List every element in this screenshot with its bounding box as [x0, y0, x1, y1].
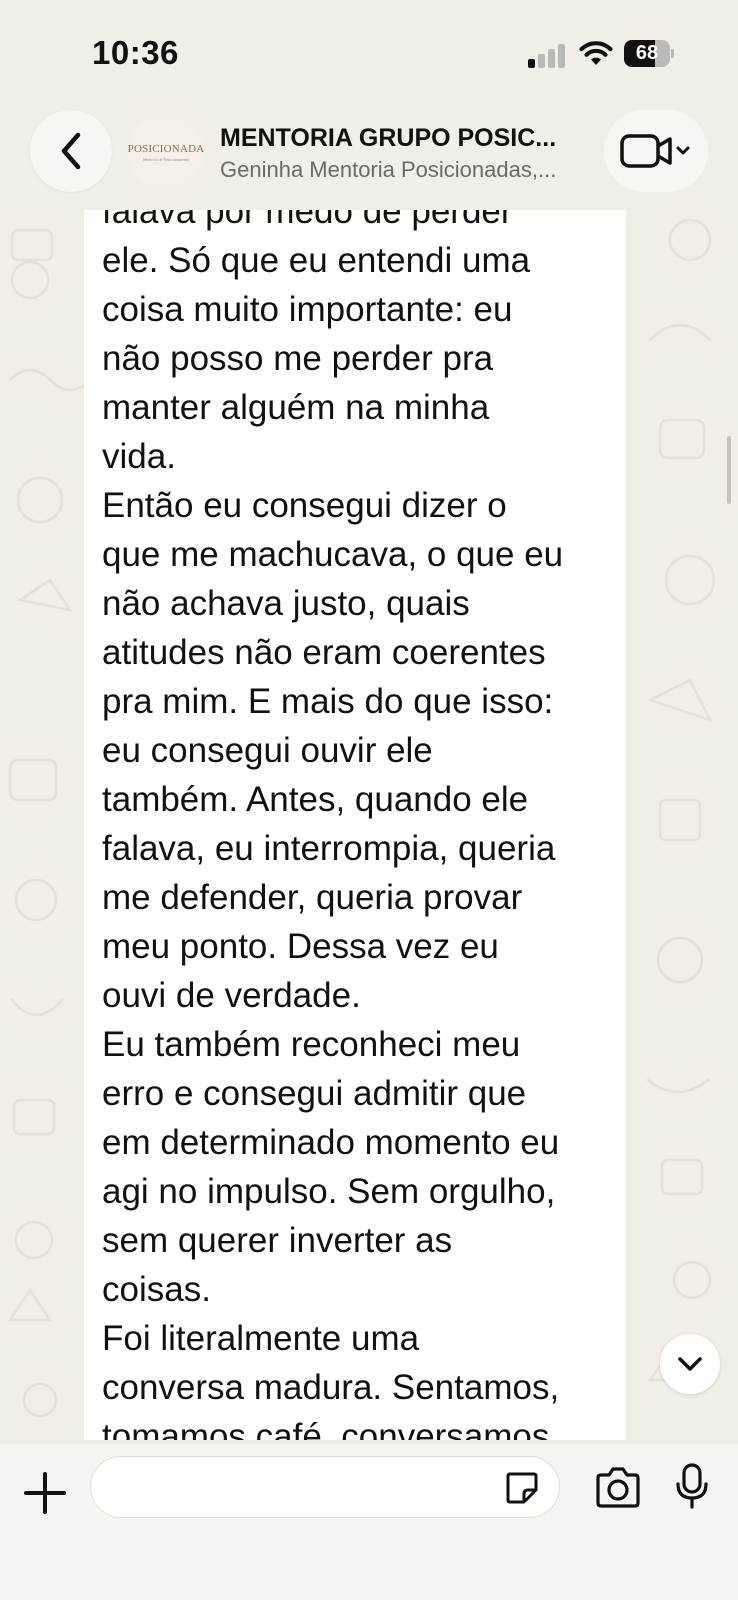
camera-icon[interactable]: [594, 1466, 642, 1510]
plus-icon[interactable]: [22, 1470, 68, 1516]
battery-cap: [671, 49, 674, 58]
battery-icon: 68: [624, 40, 674, 68]
message-line: coisa muito importante: eu: [102, 290, 513, 329]
signal-bar: [548, 49, 555, 68]
message-line: coisas.: [102, 1270, 211, 1309]
cellular-signal-icon: [528, 42, 568, 68]
message-line: ouvi de verdade.: [102, 976, 361, 1015]
message-line: tomamos café, conversamos: [102, 1417, 550, 1440]
chat-subtitle[interactable]: Geninha Mentoria Posicionadas,...: [220, 157, 556, 183]
microphone-icon[interactable]: [674, 1462, 710, 1510]
signal-bar: [528, 59, 535, 68]
status-bar: 10:36 68: [0, 0, 738, 100]
chevron-down-icon: [678, 1357, 702, 1371]
message-line: meu ponto. Dessa vez eu: [102, 927, 499, 966]
signal-bar: [538, 54, 545, 68]
avatar-logo-subtext: Mentoria de Posicionamento: [143, 156, 189, 162]
chevron-left-icon: [61, 132, 81, 170]
message-line: falava por medo de perder: [102, 210, 513, 231]
message-text: falava por medo de perder ele. Só que eu …: [102, 210, 622, 1440]
message-line: em determinado momento eu: [102, 1123, 560, 1162]
message-line: me defender, queria provar: [102, 878, 523, 917]
chat-title[interactable]: MENTORIA GRUPO POSIC...: [220, 124, 556, 153]
message-input[interactable]: [90, 1456, 560, 1518]
group-avatar[interactable]: POSICIONADA Mentoria de Posicionamento: [128, 114, 204, 190]
message-bubble[interactable]: falava por medo de perder ele. Só que eu …: [84, 210, 626, 1440]
message-line: falava, eu interrompia, queria: [102, 829, 556, 868]
message-line: que me machucava, o que eu: [102, 535, 564, 574]
message-line: atitudes não eram coerentes: [102, 633, 546, 672]
sticker-icon[interactable]: [504, 1470, 540, 1506]
message-line: Então eu consegui dizer o: [102, 486, 507, 525]
message-line: Eu também reconheci meu: [102, 1025, 521, 1064]
message-line: Foi literalmente uma: [102, 1319, 420, 1358]
signal-bar: [558, 44, 565, 68]
message-line: erro e consegui admitir que: [102, 1074, 527, 1113]
message-line: pra mim. E mais do que isso:: [102, 682, 554, 721]
message-line: eu consegui ouvir ele: [102, 731, 433, 770]
back-button[interactable]: [30, 110, 112, 192]
message-line: agi no impulso. Sem orgulho,: [102, 1172, 556, 1211]
scrollbar[interactable]: [727, 436, 731, 504]
message-line: não posso me perder pra: [102, 339, 494, 378]
video-camera-icon: [620, 134, 690, 168]
scroll-to-bottom-button[interactable]: [660, 1334, 720, 1394]
message-line: vida.: [102, 437, 176, 476]
message-line: manter alguém na minha: [102, 388, 490, 427]
message-line: não achava justo, quais: [102, 584, 470, 623]
avatar-logo-text: POSICIONADA: [127, 142, 205, 155]
status-time: 10:36: [92, 34, 179, 71]
video-call-button[interactable]: [604, 110, 708, 192]
message-line: ele. Só que eu entendi uma: [102, 241, 531, 280]
message-line: sem querer inverter as: [102, 1221, 453, 1260]
message-line: também. Antes, quando ele: [102, 780, 529, 819]
input-bar: [0, 1444, 738, 1600]
battery-level: 68: [635, 42, 659, 64]
wifi-icon: [579, 41, 613, 65]
battery-body: 68: [624, 40, 670, 67]
message-line: conversa madura. Sentamos,: [102, 1368, 560, 1407]
